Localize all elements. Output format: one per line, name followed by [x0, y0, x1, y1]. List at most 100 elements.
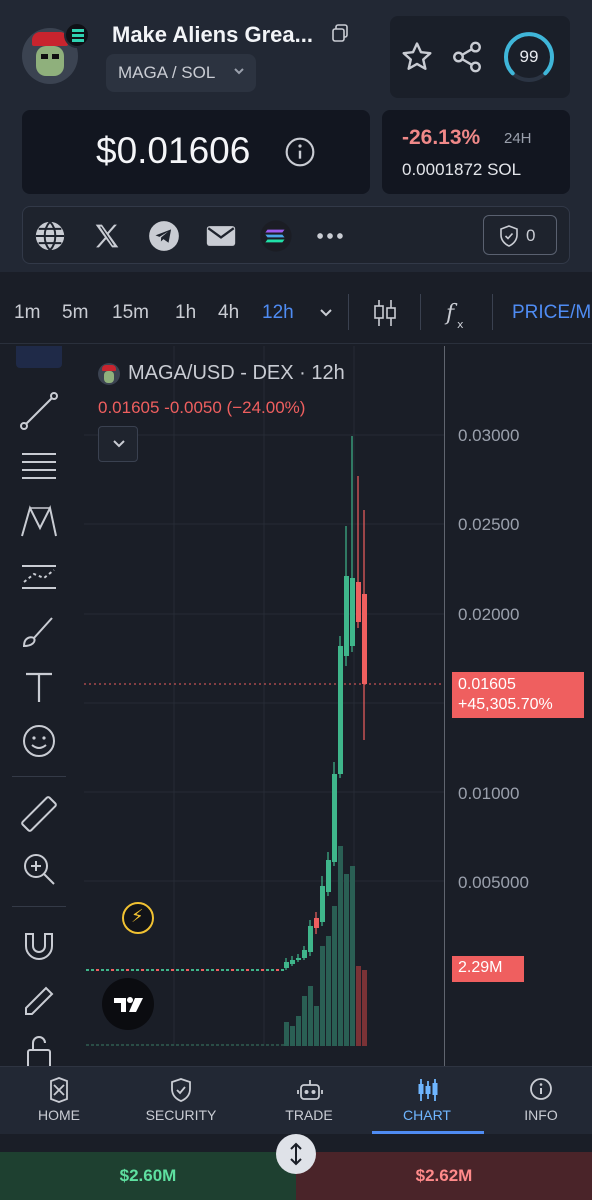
- candle-body: [338, 646, 343, 774]
- change-period: 24H: [504, 130, 532, 147]
- svg-text:x: x: [457, 318, 464, 330]
- volume-bar: [284, 1022, 289, 1046]
- nav-label: TRADE: [285, 1107, 333, 1123]
- x-icon[interactable]: [90, 219, 124, 253]
- token-header: Make Aliens Grea... MAGA / SOL 99 $0.016…: [0, 0, 592, 272]
- nav-item-info[interactable]: INFO: [482, 1067, 592, 1135]
- candle: [116, 969, 119, 971]
- nav-item-security[interactable]: SECURITY: [122, 1067, 240, 1135]
- forecast-icon[interactable]: [16, 554, 62, 600]
- volume-bar: [221, 1044, 224, 1046]
- nav-item-chart[interactable]: CHART: [368, 1067, 486, 1135]
- score-gauge[interactable]: 99: [502, 30, 556, 84]
- candle-body: [320, 886, 325, 922]
- pair-select[interactable]: MAGA / SOL: [106, 54, 256, 92]
- timeframe-15m[interactable]: 15m: [112, 302, 149, 324]
- tradingview-logo-icon[interactable]: [102, 978, 154, 1030]
- chevron-down-icon[interactable]: [318, 306, 334, 320]
- nav-item-home[interactable]: HOME: [0, 1067, 118, 1135]
- timeframe-bar: 1m 5m 15m 1h 4h 12h f x PRICE/M: [0, 282, 592, 344]
- candle-body: [344, 576, 349, 656]
- volume-bar: [261, 1044, 264, 1046]
- share-icon[interactable]: [450, 40, 484, 74]
- text-icon[interactable]: [16, 664, 62, 710]
- volume-bar: [326, 936, 331, 1046]
- volume-bar: [91, 1044, 94, 1046]
- price-chart[interactable]: MAGA/USD - DEX · 12h 0.01605 -0.0050 (−2…: [84, 346, 592, 1066]
- brush-icon[interactable]: [16, 608, 62, 654]
- candlestick-type-icon[interactable]: [372, 298, 398, 328]
- axis-label: 0.01000: [458, 784, 520, 803]
- price-mcap-toggle[interactable]: PRICE/M: [512, 302, 591, 324]
- star-icon[interactable]: [400, 40, 434, 74]
- shield-icon: [171, 1078, 191, 1102]
- candle-body: [284, 962, 289, 968]
- candle: [226, 969, 229, 971]
- indicators-icon[interactable]: f x: [444, 298, 470, 330]
- candle: [276, 969, 279, 971]
- copy-icon[interactable]: [332, 24, 348, 42]
- chart-symbol: MAGA/USD - DEX · 12h: [128, 362, 345, 384]
- volume-bar: [256, 1044, 259, 1046]
- info-icon[interactable]: [284, 136, 316, 168]
- magnet-icon[interactable]: [16, 920, 62, 966]
- globe-icon[interactable]: [33, 219, 67, 253]
- candle-body: [314, 918, 319, 928]
- trend-line-icon[interactable]: [16, 388, 62, 434]
- volume-bar: [206, 1044, 209, 1046]
- fib-levels-icon[interactable]: [16, 444, 62, 490]
- volume-tag: 2.29M: [452, 956, 524, 982]
- timeframe-4h[interactable]: 4h: [218, 302, 239, 324]
- volume-bar: [196, 1044, 199, 1046]
- volume-bar: [296, 1016, 301, 1046]
- volume-bar: [166, 1044, 169, 1046]
- candle: [126, 969, 129, 971]
- candle: [256, 969, 259, 971]
- timeframe-5m[interactable]: 5m: [62, 302, 88, 324]
- timeframe-12h[interactable]: 12h: [262, 302, 294, 324]
- nav-label: HOME: [38, 1107, 80, 1123]
- volume-bar: [236, 1044, 239, 1046]
- buy-volume-value: $2.60M: [119, 1166, 177, 1185]
- volume-bar: [281, 1044, 284, 1046]
- drag-handle[interactable]: [276, 1134, 316, 1174]
- solana-icon[interactable]: [259, 219, 293, 253]
- volume-bar: [320, 946, 325, 1046]
- vertical-arrows-icon: [290, 1142, 302, 1166]
- timeframe-1h[interactable]: 1h: [175, 302, 196, 324]
- svg-text:f: f: [444, 301, 458, 326]
- nav-label: CHART: [403, 1107, 451, 1123]
- audit-badge[interactable]: 0: [483, 215, 557, 255]
- lightning-icon[interactable]: ⚡: [122, 902, 154, 934]
- candle: [206, 969, 209, 971]
- volume-bar: [86, 1044, 89, 1046]
- legend-collapse-button[interactable]: [98, 426, 138, 462]
- volume-bar: [171, 1044, 174, 1046]
- sell-volume[interactable]: $2.62M: [296, 1152, 592, 1200]
- buy-volume[interactable]: $2.60M: [0, 1152, 296, 1200]
- email-icon[interactable]: [204, 219, 238, 253]
- candle-body: [332, 774, 337, 862]
- pattern-icon[interactable]: [16, 498, 62, 544]
- emoji-icon[interactable]: [16, 718, 62, 764]
- price-in-sol: 0.0001872 SOL: [402, 160, 522, 179]
- volume-bar: [332, 906, 337, 1046]
- axis-label: 0.03000: [458, 426, 520, 445]
- info-icon: [530, 1078, 552, 1100]
- zoom-in-icon[interactable]: [16, 846, 62, 892]
- volume-bar: [251, 1044, 254, 1046]
- volume-bar: [106, 1044, 109, 1046]
- ruler-icon[interactable]: [16, 792, 62, 838]
- volume-bar: [136, 1044, 139, 1046]
- volume-bar: [266, 1044, 269, 1046]
- candle: [131, 969, 134, 971]
- lock-pencil-icon[interactable]: [16, 974, 62, 1020]
- candle: [246, 969, 249, 971]
- timeframe-1m[interactable]: 1m: [14, 302, 40, 324]
- volume-bar: [211, 1044, 214, 1046]
- volume-bar: [308, 986, 313, 1046]
- more-icon[interactable]: [313, 219, 347, 253]
- telegram-icon[interactable]: [147, 219, 181, 253]
- nav-item-trade[interactable]: TRADE: [250, 1067, 368, 1135]
- candle: [196, 969, 199, 971]
